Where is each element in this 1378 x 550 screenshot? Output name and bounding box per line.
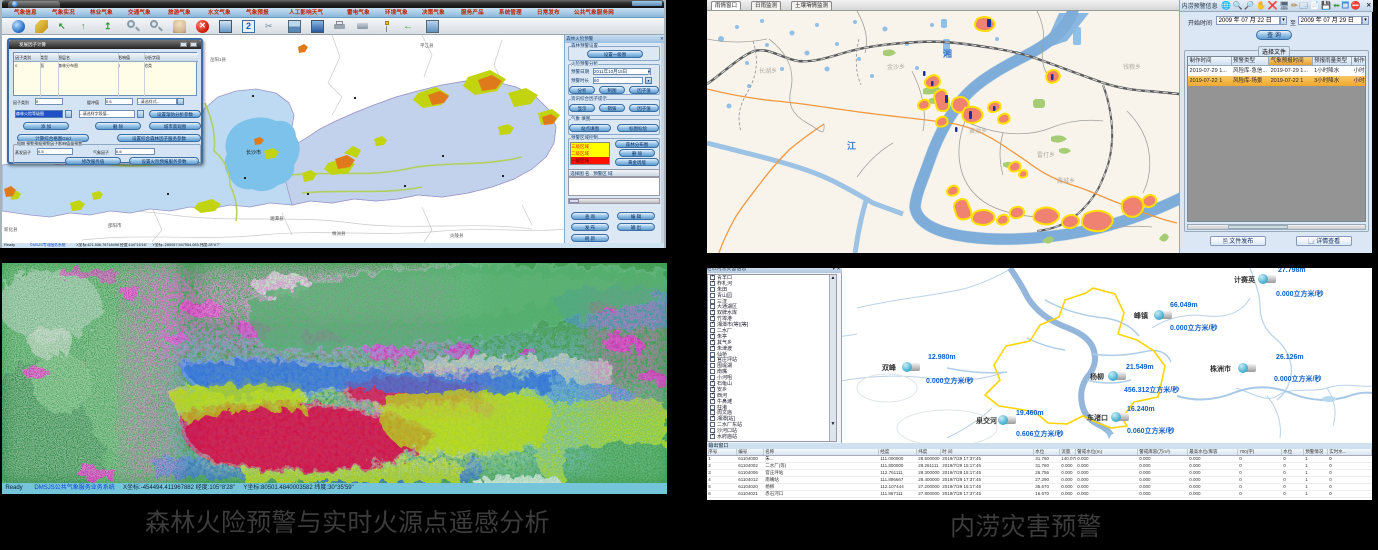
svg-text:长湖乡: 长湖乡 — [759, 67, 777, 75]
svg-text:雷打乡: 雷打乡 — [1037, 151, 1055, 159]
svg-text:江: 江 — [847, 140, 856, 151]
svg-text:长沙市: 长沙市 — [246, 149, 261, 156]
svg-text:新化县: 新化县 — [4, 226, 18, 233]
svg-text:平江县: 平江县 — [420, 42, 434, 49]
svg-text:邵阳市: 邵阳市 — [108, 222, 122, 229]
svg-text:岳阳1县: 岳阳1县 — [210, 56, 227, 63]
svg-text:钱粮乡: 钱粮乡 — [1123, 63, 1141, 71]
svg-text:炎陵县: 炎陵县 — [450, 232, 464, 239]
svg-text:黄湖乡: 黄湖乡 — [969, 127, 987, 135]
svg-text:湘: 湘 — [943, 48, 952, 59]
svg-text:霞城乡: 霞城乡 — [1057, 178, 1075, 185]
svg-text:湘潭县: 湘潭县 — [270, 215, 284, 222]
svg-text:株洲县: 株洲县 — [332, 230, 346, 237]
svg-text:金沙乡: 金沙乡 — [887, 63, 905, 71]
